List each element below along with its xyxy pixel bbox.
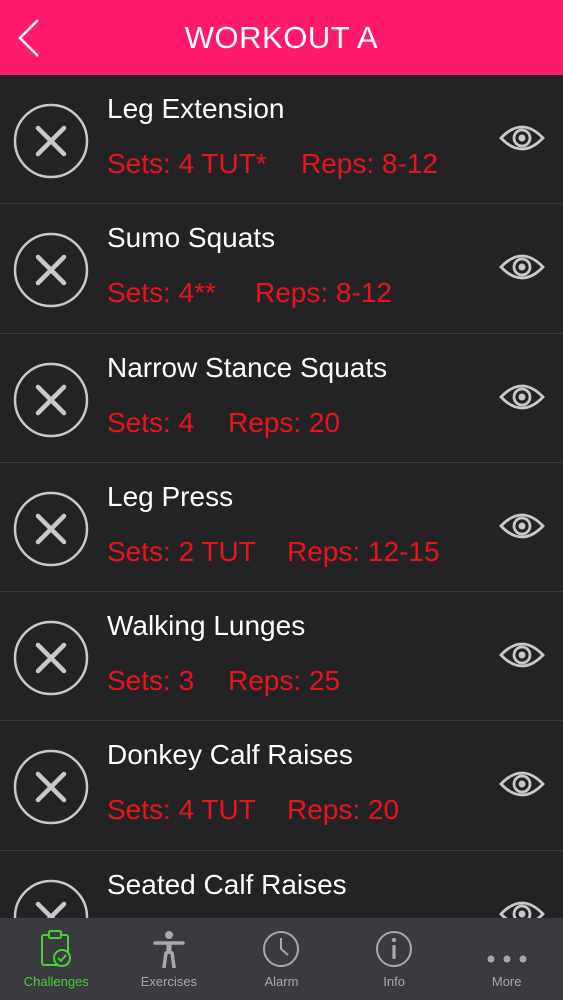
view-exercise-button[interactable] [499, 251, 545, 283]
exercise-reps: Reps: 8-12 [301, 148, 438, 179]
exercise-row[interactable]: Leg Press Sets: 2 TUT Reps: 12-15 [0, 462, 563, 593]
exercise-row[interactable]: Sumo Squats Sets: 4** Reps: 8-12 [0, 204, 563, 334]
exercise-reps: Reps: 25 [228, 665, 341, 697]
close-icon [13, 362, 89, 437]
exercise-sets: Sets: 4** [107, 277, 216, 309]
exercise-sets: Sets: 3 [107, 665, 195, 697]
eye-icon [499, 642, 545, 668]
exercise-name: Sumo Squats [107, 222, 276, 254]
exercise-name: Narrow Stance Squats [107, 351, 388, 383]
close-icon [13, 879, 89, 918]
remove-exercise-button[interactable] [13, 620, 89, 696]
tab-label: Info [383, 974, 405, 989]
exercise-sets: Sets: 4 TUT [107, 794, 256, 826]
exercise-reps: Reps: 20 [287, 794, 400, 826]
close-icon [13, 620, 89, 696]
exercise-row[interactable]: Donkey Calf Raises Sets: 4 TUT Reps: 20 [0, 721, 563, 851]
view-exercise-button[interactable] [499, 381, 545, 413]
remove-exercise-button[interactable] [13, 879, 89, 918]
nav-header: WORKOUT A [0, 0, 563, 75]
eye-icon [499, 384, 545, 409]
view-exercise-button[interactable] [499, 768, 545, 800]
eye-icon [499, 772, 545, 797]
exercise-row[interactable]: Narrow Stance Squats Sets: 4 Reps: 20 [0, 333, 563, 463]
tab-exercises[interactable]: Exercises [113, 918, 226, 1000]
exercise-reps: Reps: 12-15 [287, 535, 440, 567]
exercise-row[interactable]: Seated Calf Raises [0, 850, 563, 918]
view-exercise-button[interactable] [499, 898, 545, 918]
info-icon [376, 931, 413, 967]
exercise-reps: Reps: 20 [228, 406, 341, 438]
remove-exercise-button[interactable] [13, 491, 89, 567]
tab-alarm[interactable]: Alarm [225, 918, 338, 1000]
tab-label: Exercises [140, 974, 198, 989]
exercise-name: Donkey Calf Raises [107, 739, 353, 771]
eye-icon [499, 125, 545, 151]
tab-bar: Challenges Exercises Alarm Info More [0, 918, 563, 1000]
tab-label: Challenges [23, 974, 89, 989]
close-icon [13, 750, 89, 825]
exercise-name: Walking Lunges [107, 610, 306, 642]
person-icon [153, 931, 185, 968]
exercise-name: Leg Extension [107, 93, 285, 124]
eye-icon [499, 513, 545, 539]
remove-exercise-button[interactable] [13, 749, 89, 825]
close-icon [13, 233, 89, 308]
back-button[interactable] [14, 14, 54, 62]
tab-label: More [491, 974, 522, 989]
tab-challenges[interactable]: Challenges [0, 918, 113, 1000]
exercise-sets: Sets: 4 [107, 406, 195, 438]
close-icon [13, 491, 89, 567]
tab-info[interactable]: Info [338, 918, 451, 1000]
view-exercise-button[interactable] [499, 510, 545, 542]
remove-exercise-button[interactable] [13, 362, 89, 438]
tab-label: Alarm [264, 974, 299, 989]
more-dots-icon [487, 955, 527, 963]
clipboard-check-icon [41, 930, 72, 967]
exercise-name: Seated Calf Raises [107, 868, 347, 900]
eye-icon [499, 901, 545, 918]
exercise-reps: Reps: 8-12 [255, 277, 392, 309]
exercise-row[interactable]: Walking Lunges Sets: 3 Reps: 25 [0, 592, 563, 722]
exercise-sets: Sets: 4 TUT* [107, 148, 267, 179]
eye-icon [499, 254, 545, 280]
view-exercise-button[interactable] [499, 122, 545, 154]
chevron-left-icon [18, 19, 39, 57]
page-title: WORKOUT A [184, 19, 379, 55]
exercise-list[interactable]: Leg Extension Sets: 4 TUT* Reps: 8-12 Su… [0, 75, 563, 918]
exercise-name: Leg Press [107, 480, 234, 512]
close-icon [13, 103, 89, 179]
exercise-sets: Sets: 2 TUT [107, 535, 256, 567]
view-exercise-button[interactable] [499, 639, 545, 671]
exercise-row[interactable]: Leg Extension Sets: 4 TUT* Reps: 8-12 [0, 75, 563, 205]
remove-exercise-button[interactable] [13, 232, 89, 308]
clock-icon [263, 931, 300, 967]
remove-exercise-button[interactable] [13, 103, 89, 179]
tab-more[interactable]: More [450, 918, 563, 1000]
